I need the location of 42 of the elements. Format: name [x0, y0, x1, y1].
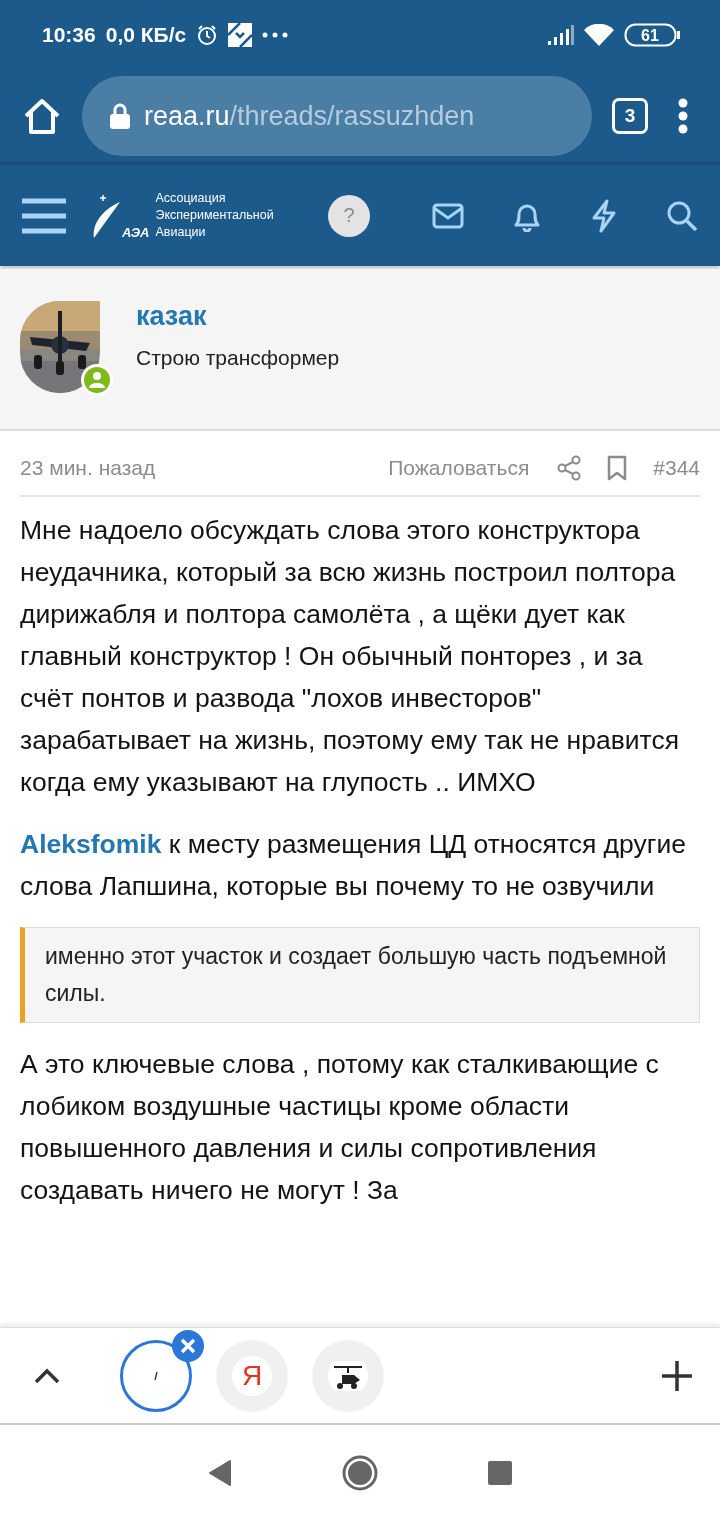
post-time: 23 мин. назад: [20, 456, 156, 480]
tab-chip[interactable]: Я: [216, 1339, 288, 1412]
chevron-up-icon[interactable]: [34, 1367, 60, 1384]
page-favicon-icon: [154, 1370, 158, 1381]
recents-icon[interactable]: [488, 1460, 512, 1485]
clock-time: 10:36: [42, 23, 96, 47]
plus-icon[interactable]: [662, 1360, 692, 1391]
signal-icon: [546, 25, 574, 45]
site-logo[interactable]: АЭА: [92, 191, 150, 240]
app-notification-icon: [228, 23, 253, 47]
lock-icon: [110, 103, 130, 129]
menu-icon[interactable]: [22, 197, 66, 234]
post-number[interactable]: #344: [653, 456, 700, 480]
alarm-icon: [196, 24, 219, 46]
wifi-icon: [584, 24, 614, 46]
author-title: Строю трансформер: [136, 346, 340, 370]
gyroplane-icon: [328, 1360, 368, 1391]
post-paragraph: Мне надоело обсуждать слова этого конструктора неудачника, который за всю жизнь построил полтора дирижабля и полтора самолёта , а щёки дует как главный конструктор ! Он обычный понторез , и за счёт понтов и развода "лохов инвесторов" зарабатывает на жизнь, поэтому ему так не нравится когда ему указывают на глупость .. ИМХО: [20, 514, 681, 799]
share-icon[interactable]: [557, 455, 582, 481]
post-paragraph: Aleksfomik к месту размещения ЦД относятся другие слова Лапшина, которые вы почему то не озвучили: [20, 828, 687, 903]
logo-text: Авиации: [155, 224, 207, 241]
user-mention-link[interactable]: Aleksfomik: [20, 829, 162, 859]
author-name[interactable]: казак: [136, 301, 340, 332]
report-link[interactable]: Пожаловаться: [388, 456, 530, 480]
logo-text: Экспериментальной: [155, 207, 274, 224]
mail-icon[interactable]: [432, 202, 464, 229]
bookmark-icon[interactable]: [607, 455, 628, 481]
search-icon[interactable]: [666, 199, 698, 232]
close-icon[interactable]: [172, 1329, 204, 1362]
home-icon[interactable]: [342, 1454, 378, 1491]
home-icon[interactable]: [22, 96, 62, 136]
back-icon[interactable]: [208, 1458, 232, 1487]
address-bar[interactable]: reaa.ru/threads/rassuzhden: [82, 76, 592, 156]
quote-block: именно этот участок и создает большую часть подъемной силы.: [20, 927, 700, 1023]
post-paragraph: А это ключевые слова , потому как сталкивающие с лобиком воздушные частицы кроме области повышенного давления и силы сопротивления создавать ничего не могут ! За: [20, 1048, 660, 1207]
more-icon: [262, 32, 289, 38]
lightning-icon[interactable]: [590, 198, 618, 233]
tab-count[interactable]: 3: [612, 98, 648, 134]
plane-logo-icon: [92, 193, 122, 240]
logo-text: Ассоциация: [155, 190, 227, 207]
network-speed: 0,0 КБ/с: [105, 23, 187, 47]
help-button[interactable]: ?: [328, 194, 370, 237]
